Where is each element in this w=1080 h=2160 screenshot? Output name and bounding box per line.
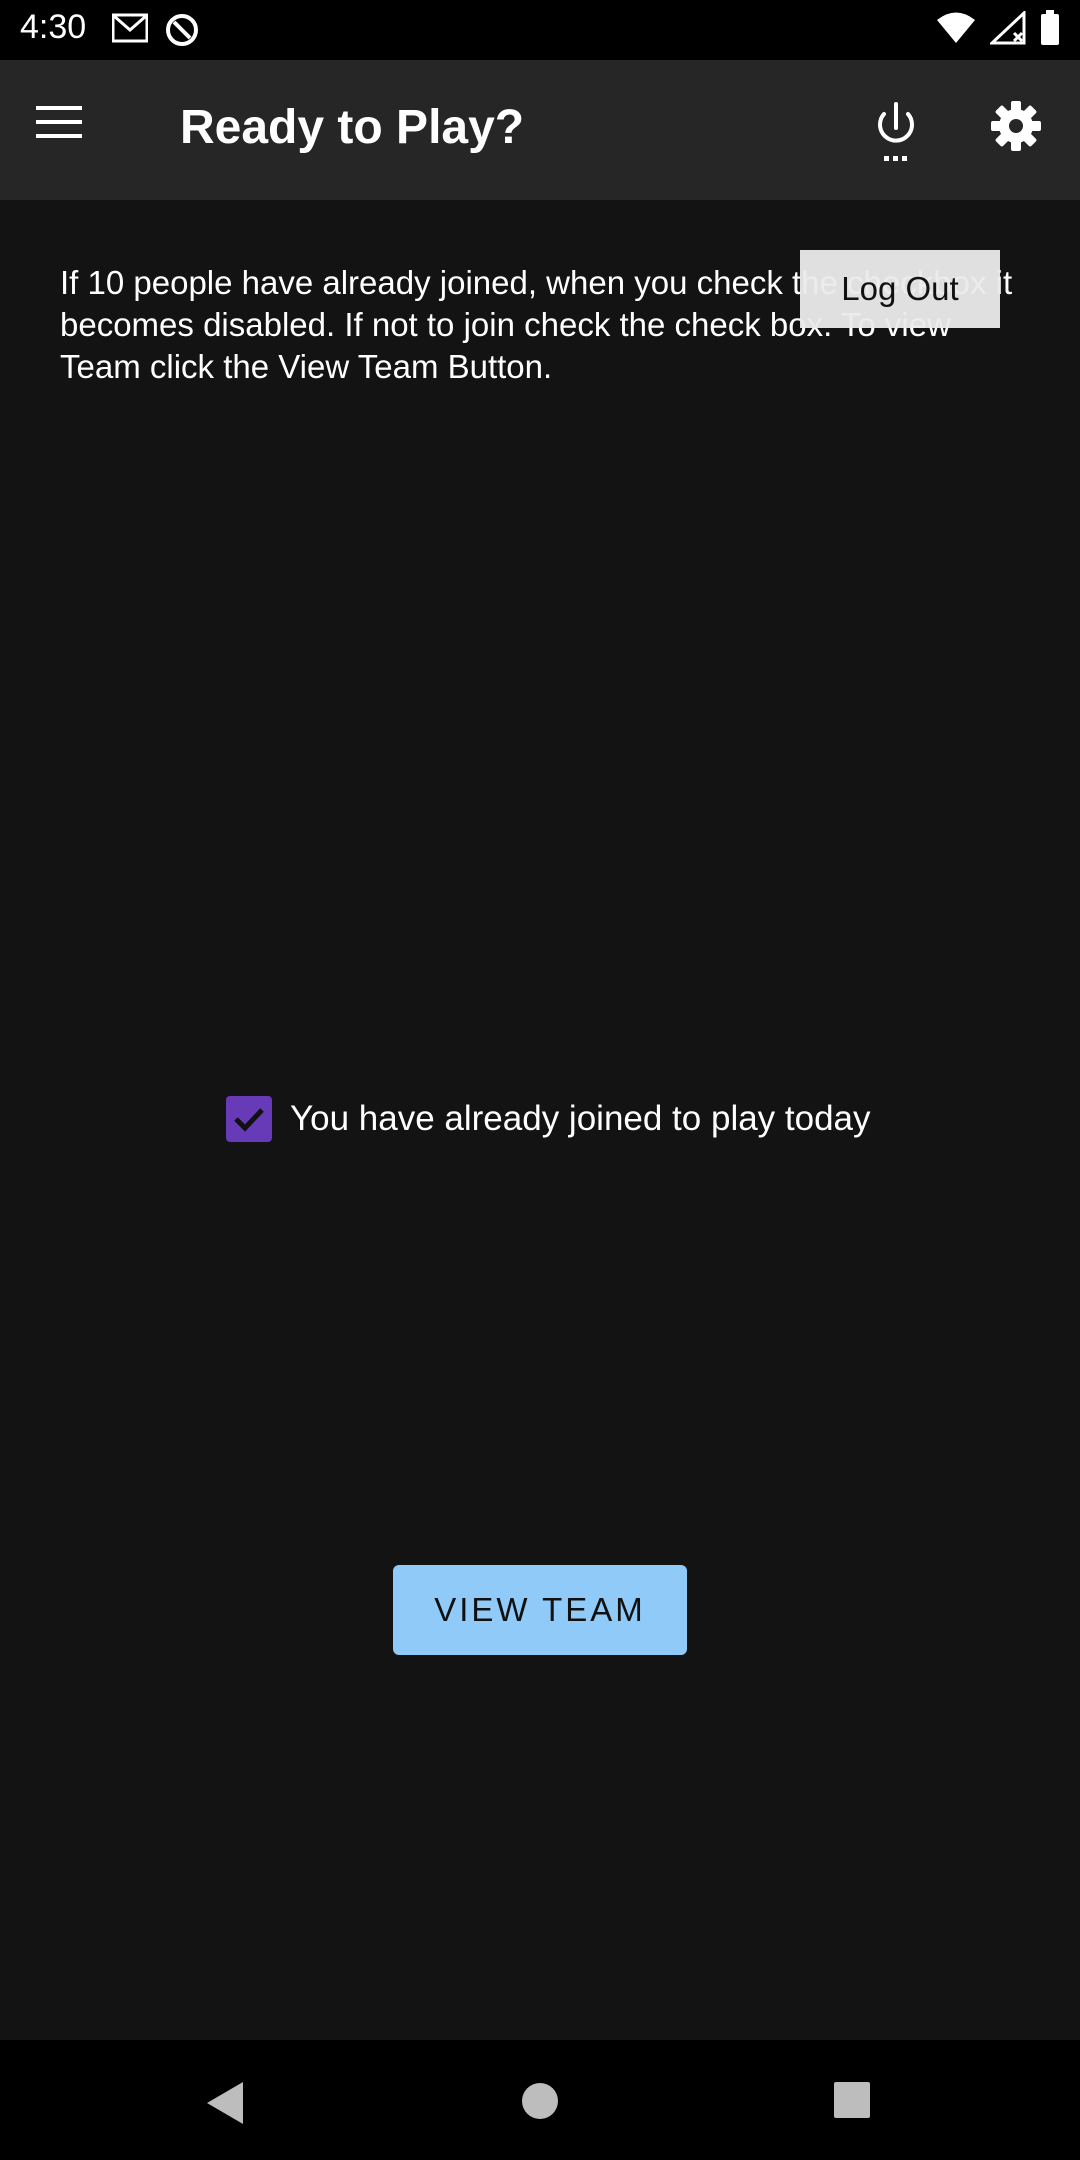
home-button[interactable] bbox=[519, 2080, 565, 2126]
battery-icon bbox=[1040, 10, 1060, 51]
gmail-icon bbox=[111, 12, 149, 53]
status-bar: 4:30 bbox=[0, 0, 1080, 60]
gear-icon bbox=[991, 101, 1041, 151]
recents-button[interactable] bbox=[832, 2080, 878, 2126]
menu-button[interactable] bbox=[36, 104, 104, 156]
power-button[interactable] bbox=[872, 100, 928, 164]
wifi-icon bbox=[936, 11, 976, 50]
status-time: 4:30 bbox=[20, 8, 87, 46]
sync-icon bbox=[164, 12, 200, 53]
logout-button[interactable]: Log Out bbox=[800, 250, 1000, 328]
back-button[interactable] bbox=[203, 2080, 249, 2126]
signal-icon bbox=[988, 9, 1026, 50]
home-icon bbox=[522, 2083, 558, 2119]
app-bar: Ready to Play? bbox=[0, 60, 1080, 200]
settings-button[interactable] bbox=[990, 100, 1050, 160]
page-title: Ready to Play? bbox=[180, 101, 525, 154]
nav-bar bbox=[0, 2040, 1080, 2160]
join-checkbox-row[interactable]: You have already joined to play today bbox=[226, 1096, 871, 1142]
view-team-button[interactable]: VIEW TEAM bbox=[393, 1565, 687, 1655]
menu-icon bbox=[36, 106, 82, 138]
checkmark-icon bbox=[234, 1108, 264, 1132]
power-icon bbox=[878, 102, 914, 161]
join-label: You have already joined to play today bbox=[290, 1099, 871, 1138]
back-icon bbox=[207, 2082, 243, 2124]
recents-icon bbox=[834, 2082, 870, 2118]
join-checkbox[interactable] bbox=[226, 1096, 272, 1142]
